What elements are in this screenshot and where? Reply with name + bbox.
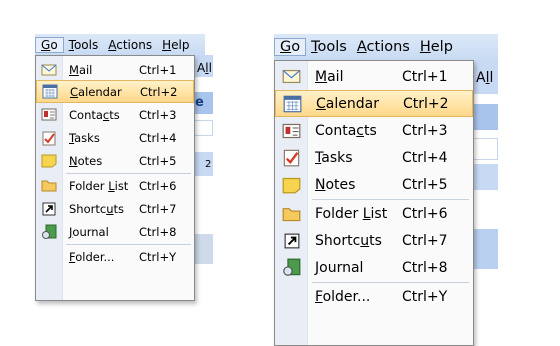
menu-item-label: Calendar [70, 84, 122, 99]
menu-item-label: Notes [69, 153, 103, 168]
menu-item-shortcut: Ctrl+5 [402, 176, 448, 193]
menu-item-shortcut: Ctrl+1 [402, 68, 448, 85]
app-grid-header-background [472, 164, 498, 190]
menu-tools[interactable]: Tools [306, 39, 352, 55]
menu-item-folder[interactable]: Folder... Ctrl+Y [36, 245, 194, 268]
menu-item-tasks[interactable]: Tasks Ctrl+4 [36, 126, 194, 149]
menu-item-shortcut: Ctrl+2 [140, 84, 178, 99]
menu-item-shortcuts[interactable]: Shortcuts Ctrl+7 [275, 227, 473, 254]
menu-item-shortcut: Ctrl+6 [139, 178, 177, 193]
menu-item-shortcut: Ctrl+7 [402, 232, 448, 249]
menu-item-folder[interactable]: Folder... Ctrl+Y [275, 283, 473, 310]
mail-icon [41, 62, 57, 78]
go-menu-dropdown: Mail Ctrl+1 Calendar Ctrl+2 Contacts Ctr… [274, 60, 474, 346]
menu-item-label: Folder... [69, 249, 115, 264]
contacts-icon [282, 121, 301, 140]
menu-item-label: Folder... [315, 288, 371, 305]
menu-item-contacts[interactable]: Contacts Ctrl+3 [275, 117, 473, 144]
menu-item-tasks[interactable]: Tasks Ctrl+4 [275, 144, 473, 171]
menu-item-shortcut: Ctrl+1 [139, 62, 177, 77]
app-header-fragment: e [195, 95, 204, 110]
shortcut-icon [282, 231, 301, 250]
notes-icon [41, 153, 57, 169]
tasks-icon [41, 130, 57, 146]
menu-bar: Go Tools Actions Help [35, 34, 205, 55]
contacts-icon [41, 107, 57, 123]
menu-item-label: Journal [69, 224, 109, 239]
menu-item-label: Mail [315, 68, 344, 85]
menu-item-calendar[interactable]: Calendar Ctrl+2 [275, 90, 473, 117]
menu-actions[interactable]: Actions [352, 39, 415, 55]
journal-icon [282, 258, 301, 277]
menu-item-shortcut: Ctrl+3 [139, 107, 177, 122]
app-bottom-background [193, 234, 213, 264]
menu-item-label: Mail [69, 62, 93, 77]
app-header-background [472, 104, 498, 130]
menu-help[interactable]: Help [415, 39, 458, 55]
menu-item-shortcut: Ctrl+Y [139, 249, 177, 264]
menu-item-label: Folder List [315, 205, 388, 222]
menu-tools[interactable]: Tools [64, 38, 104, 52]
menu-item-mail[interactable]: Mail Ctrl+1 [275, 63, 473, 90]
menu-item-journal[interactable]: Journal Ctrl+8 [275, 254, 473, 281]
menu-item-label: Contacts [315, 122, 377, 139]
menu-item-journal[interactable]: Journal Ctrl+8 [36, 220, 194, 243]
menu-item-notes[interactable]: Notes Ctrl+5 [275, 171, 473, 198]
go-menu-dropdown: Mail Ctrl+1 Calendar Ctrl+2 Contacts Ctr… [35, 55, 195, 301]
menu-item-shortcut: Ctrl+7 [139, 201, 177, 216]
menu-go[interactable]: Go [35, 36, 64, 53]
menu-item-label: Shortcuts [315, 232, 382, 249]
menu-go[interactable]: Go [274, 38, 307, 56]
menu-item-folder-list[interactable]: Folder List Ctrl+6 [36, 174, 194, 197]
journal-icon [41, 224, 57, 240]
mail-icon [282, 67, 301, 86]
menu-item-label: Tasks [69, 130, 100, 145]
menu-item-label: Tasks [315, 149, 353, 166]
app-pane-background [193, 120, 213, 136]
menu-item-shortcut: Ctrl+5 [139, 153, 177, 168]
menu-item-label: Shortcuts [69, 201, 124, 216]
app-pane-background [472, 138, 498, 160]
menu-item-mail[interactable]: Mail Ctrl+1 [36, 58, 194, 81]
shortcut-icon [41, 201, 57, 217]
notes-icon [282, 175, 301, 194]
menu-item-folder-list[interactable]: Folder List Ctrl+6 [275, 200, 473, 227]
behind-all-text: All [476, 70, 494, 86]
menu-item-shortcut: Ctrl+8 [139, 224, 177, 239]
menu-item-shortcut: Ctrl+6 [402, 205, 448, 222]
menu-item-shortcut: Ctrl+4 [402, 149, 448, 166]
menu-item-label: Notes [315, 176, 356, 193]
calendar-icon [283, 94, 302, 113]
menu-item-label: Folder List [69, 178, 129, 193]
folder-icon [41, 178, 57, 194]
menu-item-label: Calendar [316, 95, 379, 112]
menu-bar: Go Tools Actions Help [274, 34, 498, 60]
menu-item-contacts[interactable]: Contacts Ctrl+3 [36, 103, 194, 126]
behind-all-text: All [197, 61, 212, 75]
menu-item-shortcuts[interactable]: Shortcuts Ctrl+7 [36, 197, 194, 220]
menu-item-label: Journal [315, 259, 364, 276]
app-grid-fragment: 2 [205, 159, 212, 170]
folder-icon [282, 204, 301, 223]
menu-item-label: Contacts [69, 107, 120, 122]
menu-item-notes[interactable]: Notes Ctrl+5 [36, 149, 194, 172]
menu-item-shortcut: Ctrl+4 [139, 130, 177, 145]
app-bottom-background [472, 229, 498, 269]
calendar-icon [42, 84, 58, 100]
menu-item-shortcut: Ctrl+Y [402, 288, 448, 305]
menu-item-shortcut: Ctrl+3 [402, 122, 448, 139]
menu-actions[interactable]: Actions [103, 38, 157, 52]
menu-item-shortcut: Ctrl+8 [402, 259, 448, 276]
menu-help[interactable]: Help [157, 38, 194, 52]
menu-item-calendar[interactable]: Calendar Ctrl+2 [36, 80, 194, 103]
tasks-icon [282, 148, 301, 167]
menu-item-shortcut: Ctrl+2 [403, 95, 449, 112]
